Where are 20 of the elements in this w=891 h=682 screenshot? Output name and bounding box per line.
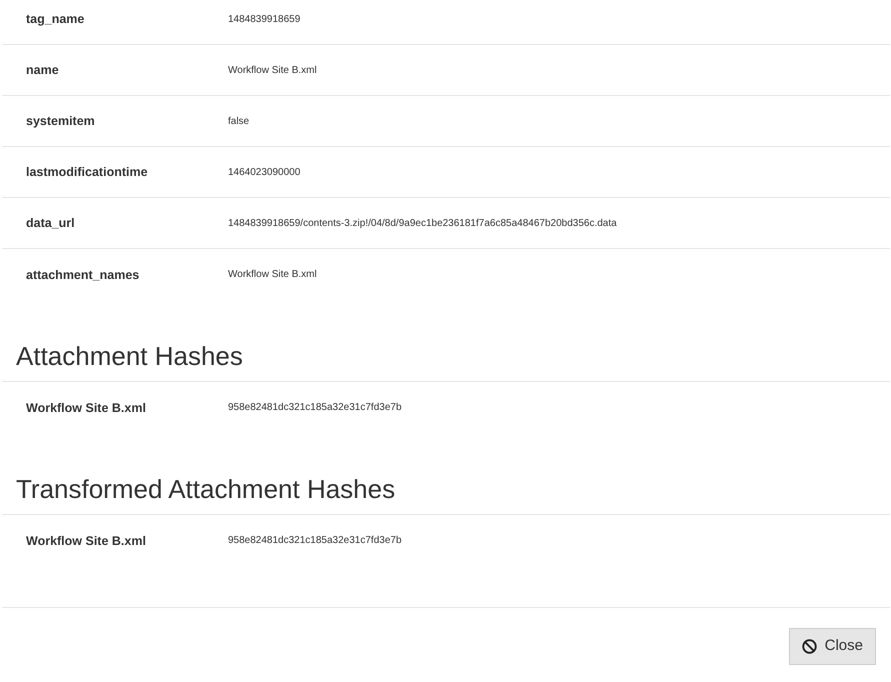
- property-value: 1484839918659/contents-3.zip!/04/8d/9a9ec1be236181f7a6c85a48467b20bd356c.data: [228, 216, 617, 230]
- section-heading: Transformed Attachment Hashes: [16, 473, 396, 506]
- property-key: Workflow Site B.xml: [26, 534, 146, 548]
- property-value: false: [228, 114, 250, 128]
- property-key: attachment_names: [26, 268, 140, 282]
- property-key: tag_name: [26, 12, 84, 26]
- property-value: 958e82481dc321c185a32e31c7fd3e7b: [228, 401, 402, 415]
- section-heading: Attachment Hashes: [16, 340, 243, 373]
- ban-icon: [802, 639, 817, 654]
- property-key: data_url: [26, 216, 75, 230]
- property-value: Workflow Site B.xml: [228, 64, 317, 78]
- property-value: 1484839918659: [228, 12, 300, 26]
- property-value: 1464023090000: [228, 166, 300, 180]
- property-key: systemitem: [26, 114, 95, 128]
- property-value: 958e82481dc321c185a32e31c7fd3e7b: [228, 534, 402, 548]
- property-key: name: [26, 63, 59, 77]
- property-key: Workflow Site B.xml: [26, 400, 146, 414]
- property-key: lastmodificationtime: [26, 165, 148, 179]
- close-button[interactable]: Close: [788, 628, 876, 665]
- property-value: Workflow Site B.xml: [228, 268, 317, 282]
